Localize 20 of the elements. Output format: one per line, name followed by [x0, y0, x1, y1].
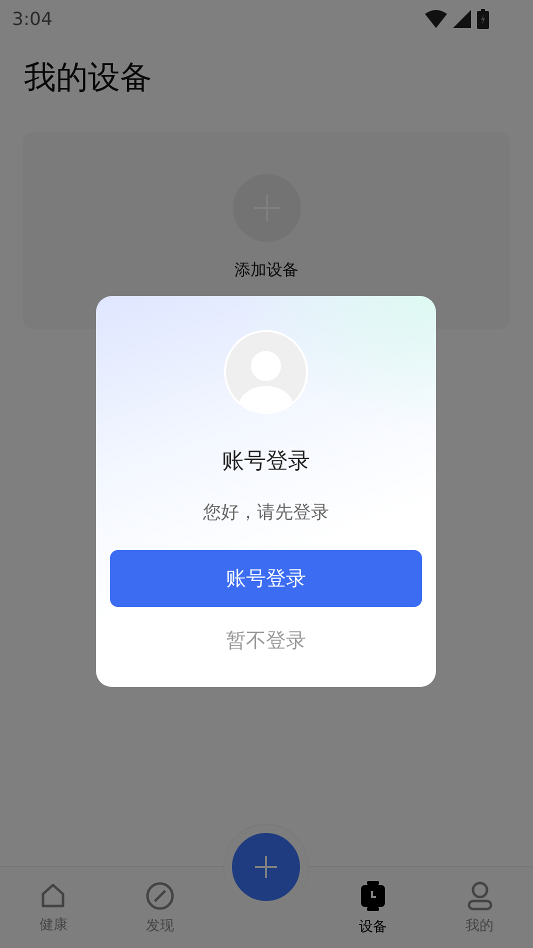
nav-tab[interactable]: 设备	[320, 876, 426, 940]
compass-icon	[144, 880, 175, 910]
status-time: 3:04	[12, 8, 52, 30]
nav-tab[interactable]: 健康	[0, 878, 107, 938]
add-device-label: 添加设备	[234, 260, 298, 281]
signal-icon	[453, 10, 471, 28]
home-icon	[39, 882, 68, 910]
avatar-icon	[224, 330, 308, 414]
dialog-message: 您好，请先登录	[203, 501, 329, 524]
nav-tab[interactable]: 我的	[426, 876, 533, 938]
dialog-title: 账号登录	[222, 448, 310, 476]
battery-icon	[477, 9, 489, 29]
wifi-icon	[425, 10, 447, 28]
page-title: 我的设备	[24, 57, 153, 98]
plus-icon	[253, 854, 279, 880]
login-button[interactable]: 账号登录	[110, 550, 422, 607]
watch-icon	[360, 880, 386, 912]
user-icon	[466, 880, 494, 910]
skip-login-button[interactable]: 暂不登录	[216, 623, 316, 658]
nav-tab[interactable]: 发现	[106, 876, 214, 938]
